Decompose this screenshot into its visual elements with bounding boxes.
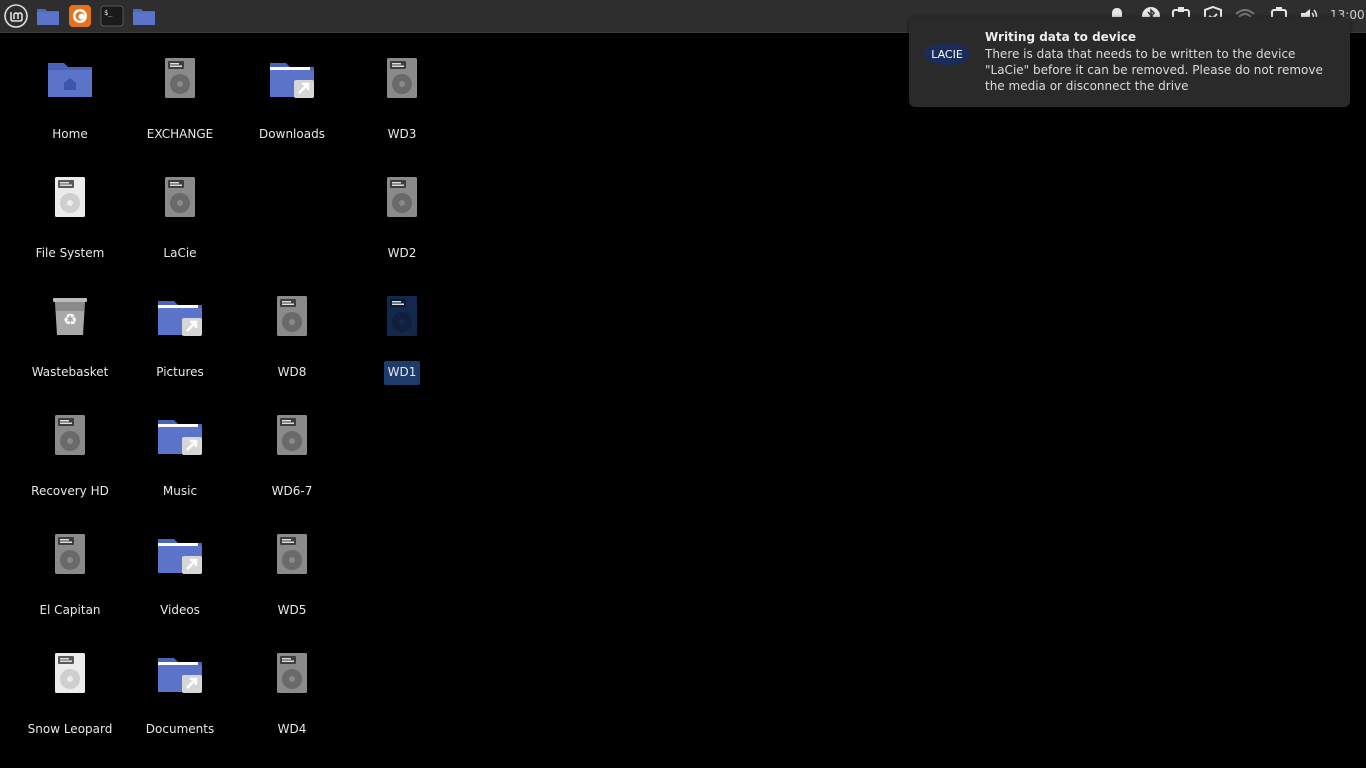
drive-icon (20, 410, 120, 468)
svg-text:$_: $_ (104, 9, 113, 17)
desktop-icon-wd6-7[interactable]: WD6-7 (242, 410, 342, 510)
desktop-icon-wd5[interactable]: WD5 (242, 529, 342, 629)
folder-link-icon (130, 291, 230, 349)
desktop-icon-label: WD6-7 (271, 484, 313, 498)
desktop-icon-label: EXCHANGE (146, 127, 214, 141)
desktop: Home EXCHANGE Downloads WD3 File System LaCie… (0, 33, 1366, 768)
svg-text:LACIE: LACIE (931, 48, 963, 61)
folder-link-icon (242, 53, 342, 111)
desktop-icon-label: WD3 (387, 127, 417, 141)
lacie-logo: LACIE (923, 42, 971, 66)
svg-text:♻: ♻ (63, 310, 77, 329)
desktop-icon-label: Home (52, 127, 88, 141)
mint-menu-icon[interactable] (4, 4, 28, 28)
notification-popup[interactable]: LACIE Writing data to device There is da… (909, 17, 1350, 107)
folder-link-icon (130, 529, 230, 587)
desktop-icon-lacie[interactable]: LaCie (130, 172, 230, 272)
folder-icon[interactable] (132, 4, 156, 28)
desktop-icon-label: File System (35, 246, 105, 260)
firefox-icon[interactable] (68, 4, 92, 28)
desktop-icon-el-capitan[interactable]: El Capitan (20, 529, 120, 629)
desktop-icon-wd2[interactable]: WD2 (352, 172, 452, 272)
desktop-icon-label: Wastebasket (31, 365, 109, 379)
folder-link-icon (130, 648, 230, 706)
desktop-icon-label: WD4 (277, 722, 307, 736)
desktop-icon-videos[interactable]: Videos (130, 529, 230, 629)
desktop-icon-snow-leopard[interactable]: Snow Leopard (20, 648, 120, 748)
desktop-icon-label: WD2 (387, 246, 417, 260)
drive-icon (352, 53, 452, 111)
desktop-icon-label: Documents (145, 722, 215, 736)
folder-link-icon (130, 410, 230, 468)
drive-icon (20, 529, 120, 587)
notification-title: Writing data to device (985, 30, 1136, 44)
drive-icon (130, 53, 230, 111)
drive-icon (20, 648, 120, 706)
drive-icon (352, 172, 452, 230)
desktop-icon-label: Snow Leopard (27, 722, 113, 736)
desktop-icon-label: Videos (160, 603, 200, 617)
desktop-icon-wastebasket[interactable]: ♻ Wastebasket (20, 291, 120, 391)
desktop-icon-wd1[interactable]: WD1 (352, 291, 452, 391)
desktop-icon-label: Pictures (156, 365, 204, 379)
desktop-icon-downloads[interactable]: Downloads (242, 53, 342, 153)
desktop-icon-label: LaCie (163, 246, 197, 260)
home-folder-icon (20, 53, 120, 111)
desktop-icon-exchange[interactable]: EXCHANGE (130, 53, 230, 153)
desktop-icon-home[interactable]: Home (20, 53, 120, 153)
desktop-icon-label: Music (162, 484, 198, 498)
notification-body: There is data that needs to be written t… (985, 47, 1323, 93)
desktop-icon-wd4[interactable]: WD4 (242, 648, 342, 748)
trash-icon: ♻ (20, 291, 120, 349)
files-icon[interactable] (36, 4, 60, 28)
drive-icon (242, 529, 342, 587)
drive-icon (352, 291, 452, 349)
desktop-icon-pictures[interactable]: Pictures (130, 291, 230, 391)
drive-icon (130, 172, 230, 230)
drive-icon (242, 291, 342, 349)
terminal-icon[interactable]: $_ (100, 4, 124, 28)
desktop-icon-music[interactable]: Music (130, 410, 230, 510)
desktop-icon-label: Downloads (259, 127, 325, 141)
desktop-icon-label: WD5 (277, 603, 307, 617)
desktop-icon-file-system[interactable]: File System (20, 172, 120, 272)
desktop-icon-wd8[interactable]: WD8 (242, 291, 342, 391)
desktop-icon-label: WD1 (352, 361, 452, 385)
drive-icon (242, 648, 342, 706)
drive-icon (242, 410, 342, 468)
desktop-icon-label: El Capitan (39, 603, 101, 617)
desktop-icon-label: Recovery HD (31, 484, 109, 498)
desktop-icon-documents[interactable]: Documents (130, 648, 230, 748)
desktop-icon-label: WD8 (277, 365, 307, 379)
desktop-icon-wd3[interactable]: WD3 (352, 53, 452, 153)
drive-icon (20, 172, 120, 230)
desktop-icon-recovery-hd[interactable]: Recovery HD (20, 410, 120, 510)
